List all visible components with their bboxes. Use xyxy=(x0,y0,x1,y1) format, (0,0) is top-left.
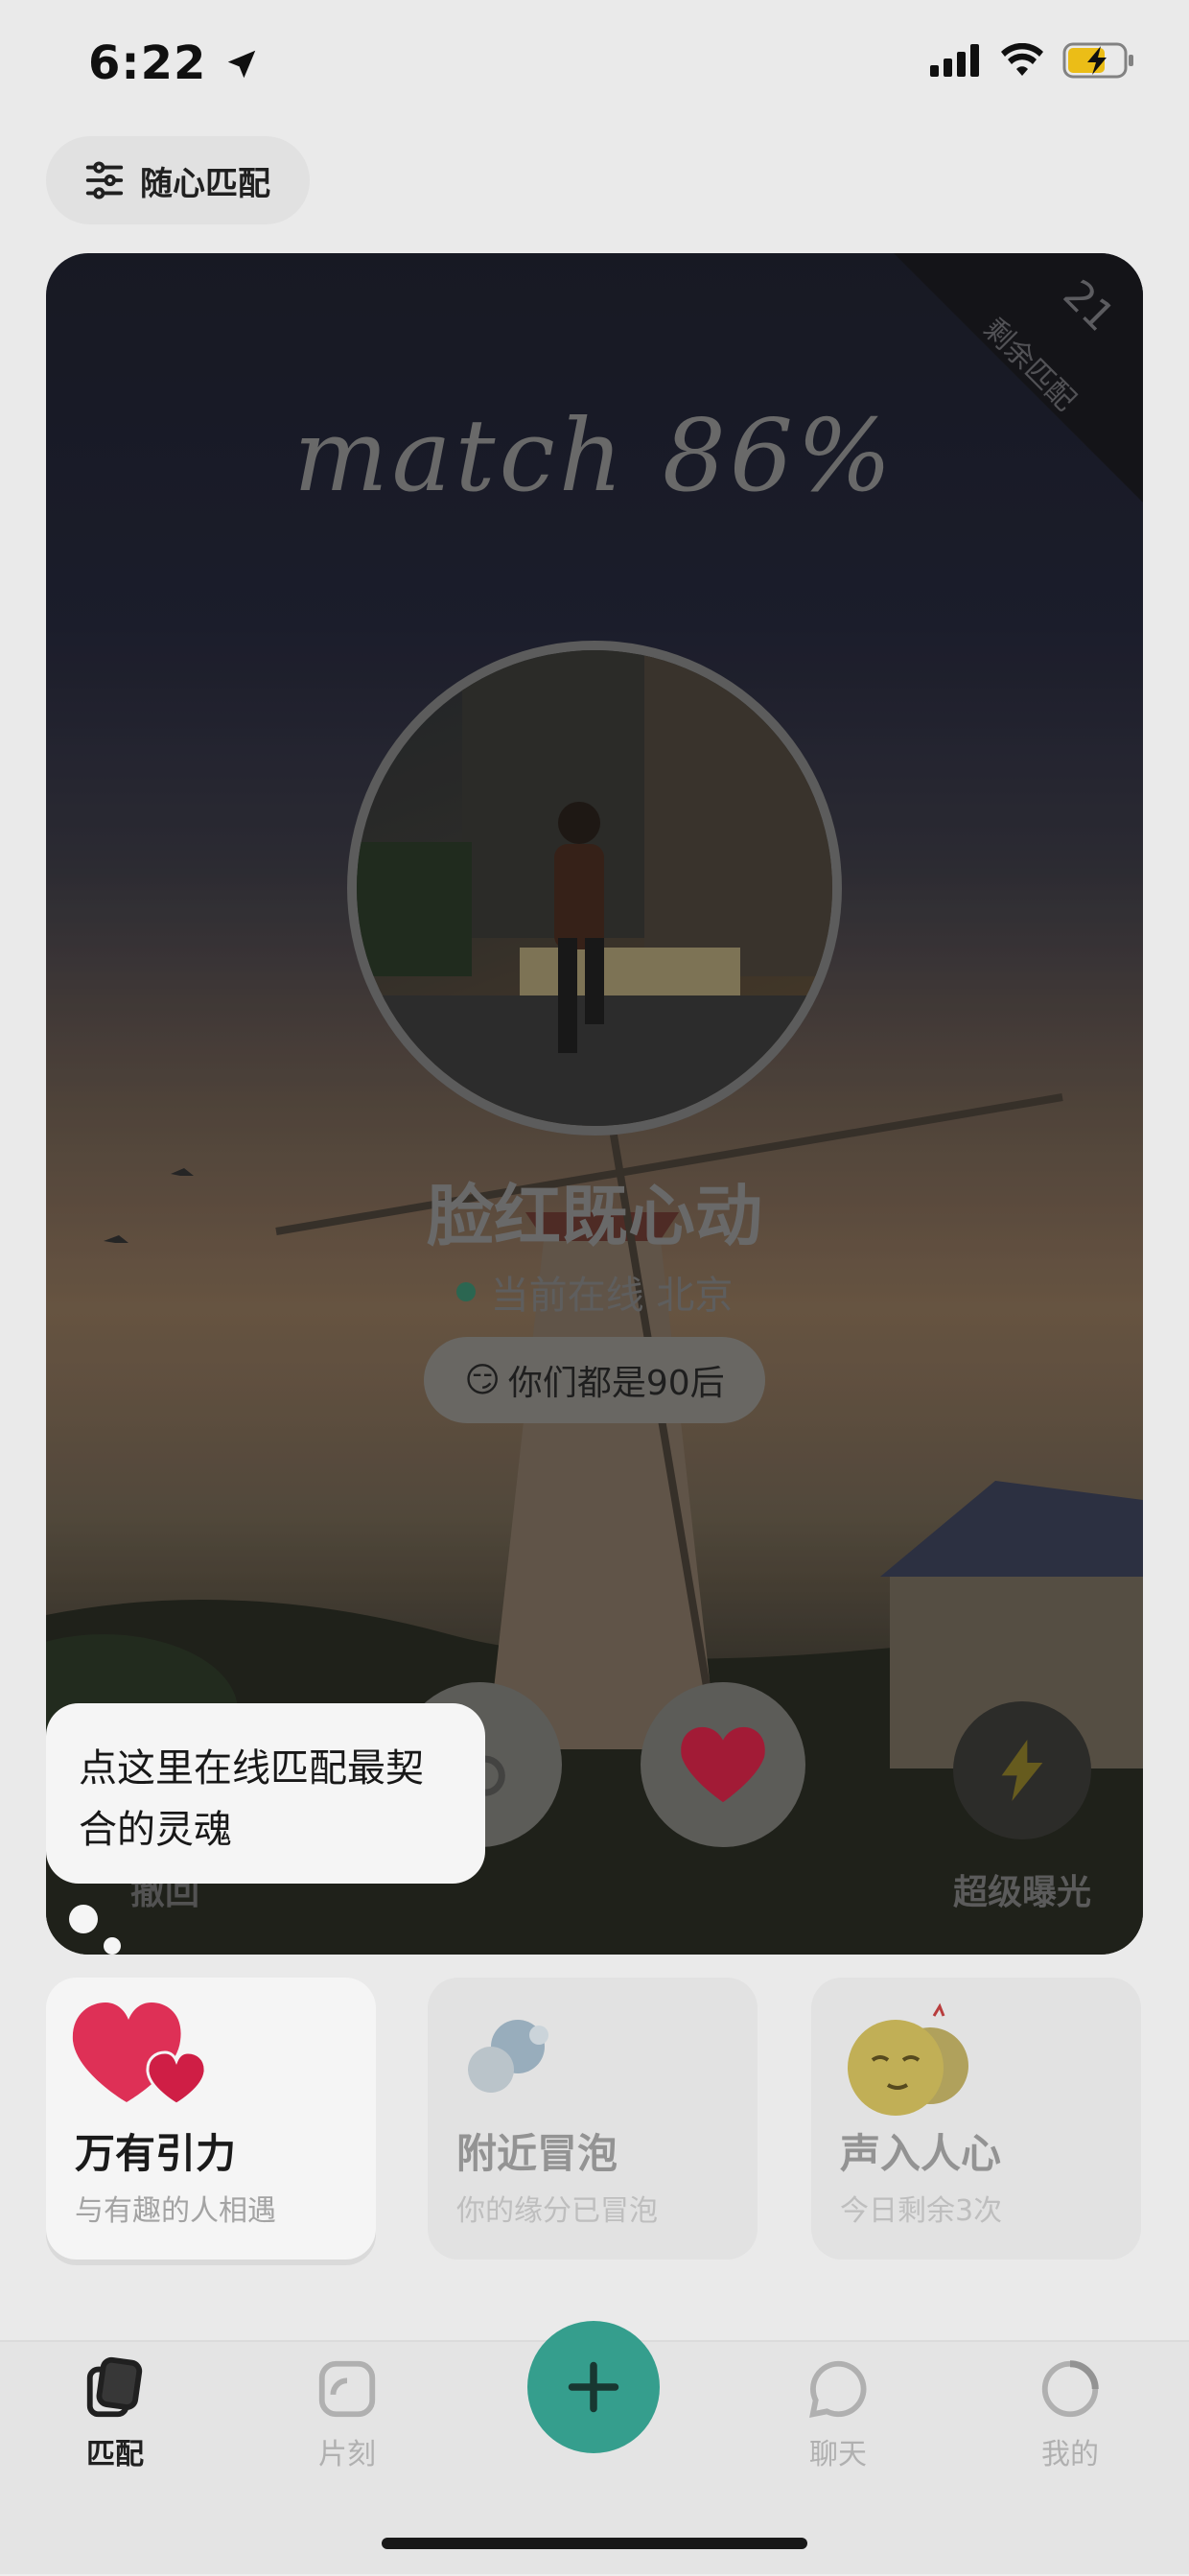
chat-icon xyxy=(809,2360,867,2418)
feature-card-gravity[interactable]: 万有引力 与有趣的人相遇 xyxy=(46,1978,376,2260)
feature-title: 声入人心 xyxy=(840,2130,1002,2177)
cellular-signal-icon xyxy=(930,44,979,77)
tooltip-line-2: 合的灵魂 xyxy=(79,1808,232,1852)
feature-title: 附近冒泡 xyxy=(456,2130,618,2177)
profile-icon xyxy=(1041,2360,1099,2418)
wifi-icon xyxy=(1001,43,1043,76)
match-card[interactable]: 21 剩余匹配 match 86% 脸红既心动 当前在线 北京 😏 你们都是90… xyxy=(46,253,1143,1955)
feature-card-nearby[interactable]: 附近冒泡 你的缘分已冒泡 xyxy=(428,1978,758,2260)
tooltip-bubble-dot xyxy=(69,1905,98,1933)
feature-subtitle: 与有趣的人相遇 xyxy=(75,2194,276,2228)
tab-label: 我的 xyxy=(1041,2438,1099,2471)
tab-label: 匹配 xyxy=(86,2438,144,2471)
status-indicators xyxy=(930,42,1135,79)
tab-label: 片刻 xyxy=(318,2438,376,2471)
onboarding-tooltip[interactable]: 点这里在线匹配最契 合的灵魂 xyxy=(46,1703,485,1884)
bubbles-icon xyxy=(468,2020,548,2093)
status-time: 6:22 xyxy=(88,36,260,90)
tab-chat[interactable]: 聊天 xyxy=(761,2355,915,2472)
hearts-icon xyxy=(72,2002,207,2106)
feature-subtitle: 今日剩余3次 xyxy=(840,2194,1003,2228)
plus-icon xyxy=(568,2361,619,2413)
feature-subtitle: 你的缘分已冒泡 xyxy=(456,2194,658,2228)
tooltip-bubble-dot-small xyxy=(104,1937,121,1955)
home-indicator[interactable] xyxy=(382,2538,807,2549)
tab-match[interactable]: 匹配 xyxy=(38,2355,192,2472)
cards-icon xyxy=(86,2356,143,2418)
tab-profile[interactable]: 我的 xyxy=(993,2355,1147,2472)
feature-title: 万有引力 xyxy=(75,2130,237,2177)
dim-overlay xyxy=(46,253,1143,1955)
tooltip-line-1: 点这里在线匹配最契 xyxy=(79,1746,424,1791)
battery-charging-icon xyxy=(1062,42,1133,79)
tab-label: 聊天 xyxy=(809,2438,867,2471)
moment-icon xyxy=(318,2360,376,2418)
create-post-button[interactable] xyxy=(527,2321,660,2453)
emoji-faces-icon xyxy=(848,2002,968,2116)
random-match-filter-button[interactable]: 随心匹配 xyxy=(46,136,310,224)
filter-label: 随心匹配 xyxy=(140,164,270,203)
sliders-icon xyxy=(85,161,124,199)
location-arrow-icon xyxy=(227,50,256,79)
feature-card-voice[interactable]: 声入人心 今日剩余3次 xyxy=(811,1978,1141,2260)
tab-moment[interactable]: 片刻 xyxy=(270,2355,424,2472)
